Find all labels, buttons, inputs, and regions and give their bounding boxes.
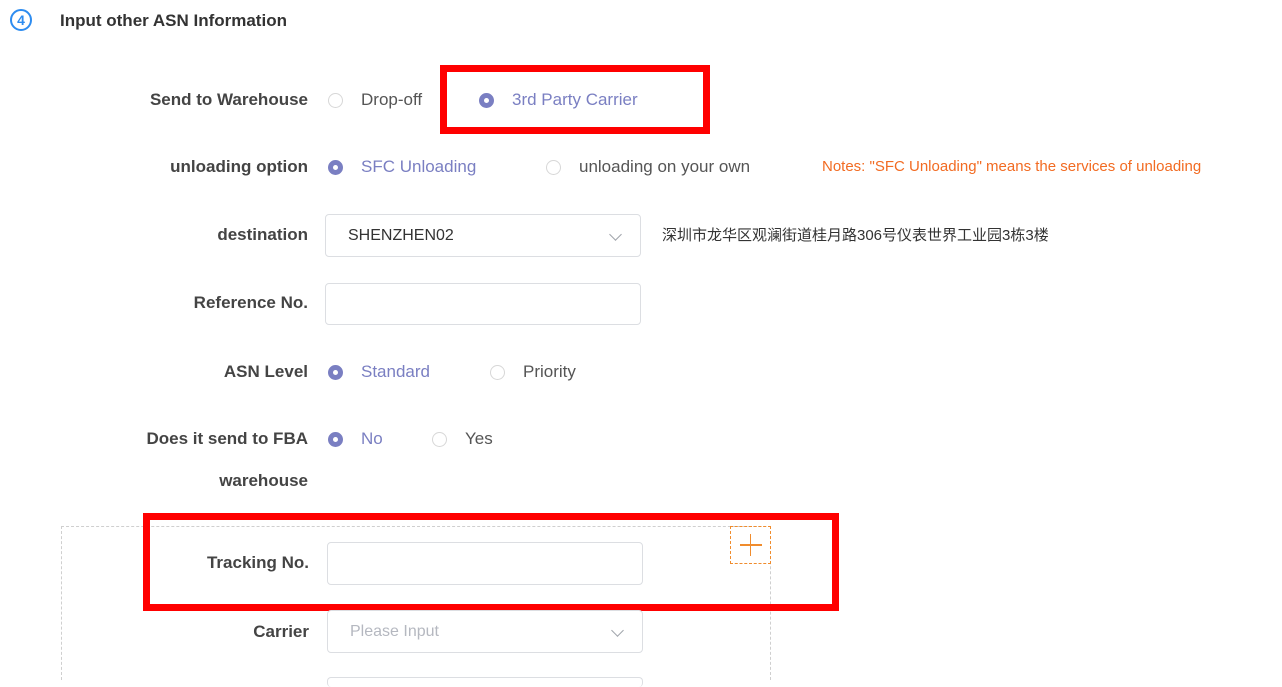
radio-checked-icon bbox=[328, 159, 343, 175]
destination-label: destination bbox=[217, 225, 308, 244]
step-number-badge: 4 bbox=[10, 9, 32, 31]
radio-standard[interactable]: Standard bbox=[328, 361, 430, 383]
radio-label: No bbox=[361, 429, 383, 448]
radio-checked-icon bbox=[328, 431, 343, 447]
radio-fba-yes[interactable]: Yes bbox=[432, 428, 493, 450]
radio-label: Standard bbox=[361, 362, 430, 381]
radio-sfc-unloading[interactable]: SFC Unloading bbox=[328, 156, 476, 178]
carrier-placeholder: Please Input bbox=[350, 622, 439, 640]
radio-label: SFC Unloading bbox=[361, 157, 477, 176]
radio-priority[interactable]: Priority bbox=[490, 361, 576, 383]
destination-address: 深圳市龙华区观澜街道桂月路306号仪表世界工业园3栋3楼 bbox=[662, 227, 1049, 244]
chevron-down-icon bbox=[609, 227, 622, 241]
radio-circle-icon bbox=[328, 92, 343, 108]
carrier-label: Carrier bbox=[253, 622, 309, 641]
highlight-box-carrier bbox=[440, 65, 710, 134]
unloading-note: Notes: "SFC Unloading" means the service… bbox=[822, 158, 1202, 175]
radio-circle-icon bbox=[432, 431, 447, 447]
chevron-down-icon bbox=[611, 623, 624, 637]
radio-label: Priority bbox=[523, 362, 576, 381]
radio-circle-icon bbox=[490, 364, 505, 380]
highlight-box-tracking bbox=[143, 513, 839, 611]
radio-circle-icon bbox=[546, 159, 561, 175]
send-to-warehouse-label: Send to Warehouse bbox=[149, 90, 308, 109]
destination-select[interactable]: SHENZHEN02 bbox=[325, 214, 641, 257]
destination-value: SHENZHEN02 bbox=[348, 226, 454, 244]
reference-no-input[interactable] bbox=[325, 283, 641, 325]
radio-drop-off[interactable]: Drop-off bbox=[328, 89, 422, 111]
radio-fba-no[interactable]: No bbox=[328, 428, 383, 450]
asn-level-label: ASN Level bbox=[223, 362, 308, 381]
reference-no-label: Reference No. bbox=[193, 293, 308, 312]
radio-label: unloading on your own bbox=[579, 157, 751, 176]
next-field-input[interactable] bbox=[327, 677, 643, 687]
fba-label-line1: Does it send to FBA bbox=[146, 429, 308, 448]
radio-label: Drop-off bbox=[361, 90, 423, 109]
radio-checked-icon bbox=[328, 364, 343, 380]
section-title: Input other ASN Information bbox=[60, 11, 287, 30]
radio-unloading-own[interactable]: unloading on your own bbox=[546, 156, 750, 178]
carrier-select[interactable]: Please Input bbox=[327, 610, 643, 653]
radio-label: Yes bbox=[465, 429, 493, 448]
unloading-option-label: unloading option bbox=[170, 157, 308, 176]
fba-label-line2: warehouse bbox=[219, 471, 308, 490]
